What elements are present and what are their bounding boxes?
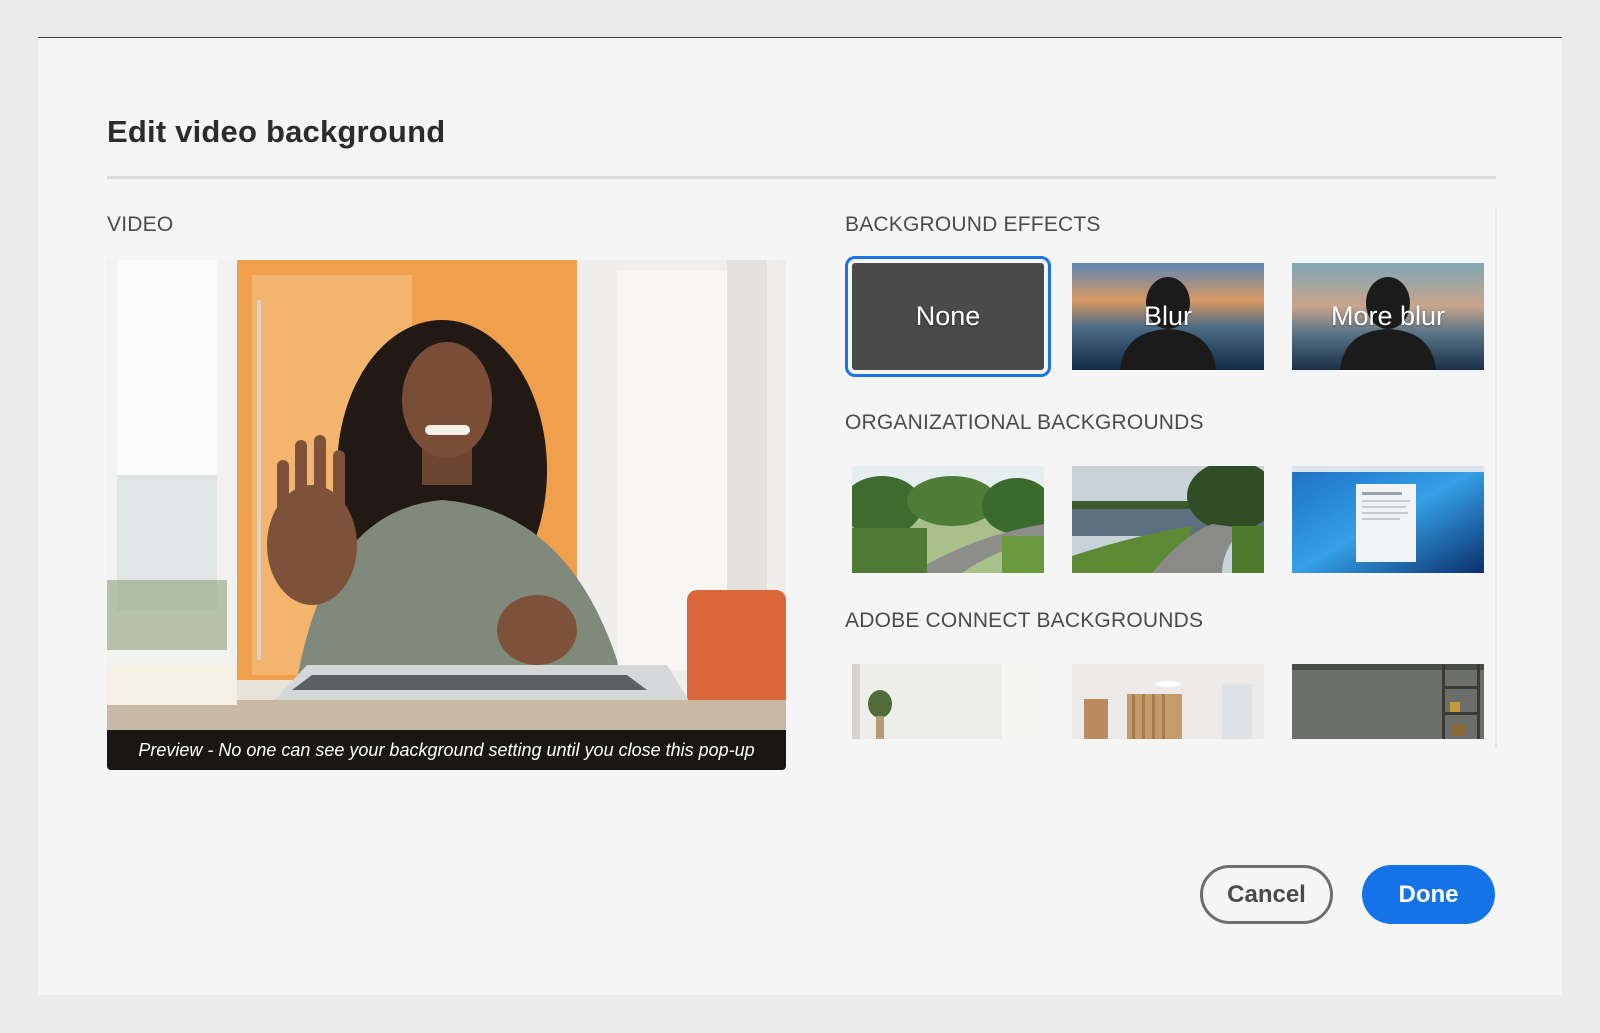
done-button[interactable]: Done: [1362, 865, 1495, 924]
white-room-plant-image: [852, 664, 1044, 739]
title-divider: [107, 176, 1496, 179]
connect-background-wood-hallway[interactable]: [1072, 664, 1264, 739]
concrete-wall-shelf-image: [1292, 664, 1484, 739]
org-background-blue-desktop[interactable]: [1292, 466, 1484, 573]
cancel-button[interactable]: Cancel: [1200, 865, 1333, 924]
wood-hallway-image: [1072, 664, 1264, 739]
connect-background-concrete-wall[interactable]: [1292, 664, 1484, 739]
effect-more-blur-label: More blur: [1330, 301, 1446, 331]
effect-blur-label: Blur: [1143, 301, 1192, 331]
effect-blur-tile[interactable]: Blur: [1072, 263, 1264, 370]
park-path-image: [852, 466, 1044, 573]
blue-desktop-image: [1292, 466, 1484, 573]
connect-background-white-room[interactable]: [852, 664, 1044, 739]
preview-caption: Preview - No one can see your background…: [107, 730, 786, 770]
effect-more-blur-tile[interactable]: More blur: [1292, 263, 1484, 370]
adobe-connect-backgrounds-label: ADOBE CONNECT BACKGROUNDS: [845, 609, 1204, 632]
organizational-backgrounds-label: ORGANIZATIONAL BACKGROUNDS: [845, 411, 1204, 434]
effect-none-label: None: [915, 301, 981, 331]
edit-video-background-dialog: Edit video background VIDEO Preview - No…: [38, 37, 1562, 995]
background-effects-label: BACKGROUND EFFECTS: [845, 213, 1101, 236]
org-background-park-path[interactable]: [852, 466, 1044, 573]
video-section-label: VIDEO: [107, 213, 174, 236]
lake-path-image: [1072, 466, 1264, 573]
dialog-title: Edit video background: [107, 114, 446, 149]
video-preview: Preview - No one can see your background…: [107, 260, 786, 770]
effect-none-tile[interactable]: None: [845, 256, 1051, 377]
org-background-lake-path[interactable]: [1072, 466, 1264, 573]
video-preview-image: [107, 260, 786, 770]
backgrounds-scroll-track[interactable]: [1495, 208, 1497, 748]
